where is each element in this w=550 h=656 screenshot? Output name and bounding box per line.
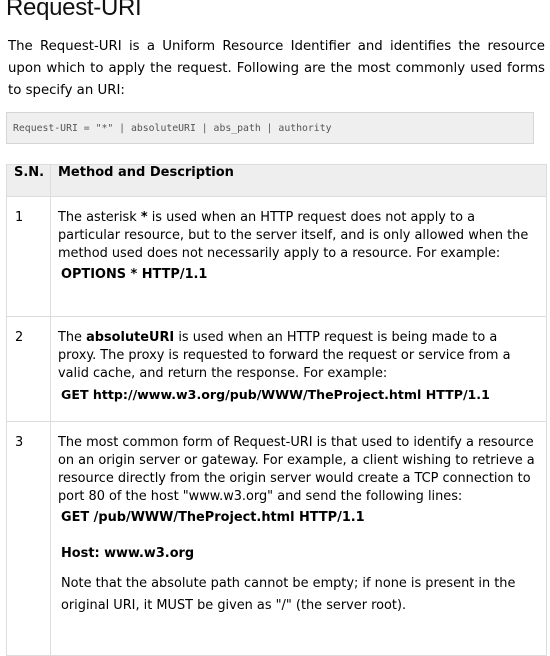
row-description: The most common form of Request-URI is t…	[50, 421, 547, 656]
page-title: Request-URI	[6, 0, 142, 21]
table-header-row: S.N. Method and Description	[6, 164, 547, 197]
column-header-sn: S.N.	[6, 164, 51, 197]
table-row: 1 The asterisk * is used when an HTTP re…	[6, 196, 547, 317]
intro-paragraph: The Request-URI is a Uniform Resource Id…	[8, 39, 545, 98]
bold-term: *	[140, 210, 148, 225]
example-command: GET /pub/WWW/TheProject.html HTTP/1.1	[61, 510, 365, 525]
description-text: The most common form of Request-URI is t…	[58, 435, 535, 504]
code-block: Request-URI = "*" | absoluteURI | abs_pa…	[6, 112, 534, 144]
row-description: The asterisk * is used when an HTTP requ…	[50, 196, 547, 317]
example-host-line: Host: www.w3.org	[61, 546, 195, 561]
table-row: 3 The most common form of Request-URI is…	[6, 421, 547, 656]
row-number: 1	[6, 196, 51, 317]
example-command: OPTIONS * HTTP/1.1	[61, 267, 208, 282]
column-header-description: Method and Description	[50, 164, 547, 197]
description-text: The asterisk * is used when an HTTP requ…	[58, 209, 539, 263]
description-text: The absoluteURI is used when an HTTP req…	[58, 329, 539, 383]
row-description: The absoluteURI is used when an HTTP req…	[50, 316, 547, 422]
example-command: GET http://www.w3.org/pub/WWW/TheProject…	[61, 387, 490, 402]
table-row: 2 The absoluteURI is used when an HTTP r…	[6, 316, 547, 422]
bold-term: absoluteURI	[86, 330, 175, 345]
row-number: 2	[6, 316, 51, 422]
uri-forms-table: S.N. Method and Description 1 The asteri…	[6, 164, 547, 656]
text-segment: The asterisk	[58, 210, 141, 225]
row-number: 3	[6, 421, 51, 656]
text-segment: The	[58, 330, 87, 345]
note-text: Note that the absolute path cannot be em…	[61, 576, 516, 613]
